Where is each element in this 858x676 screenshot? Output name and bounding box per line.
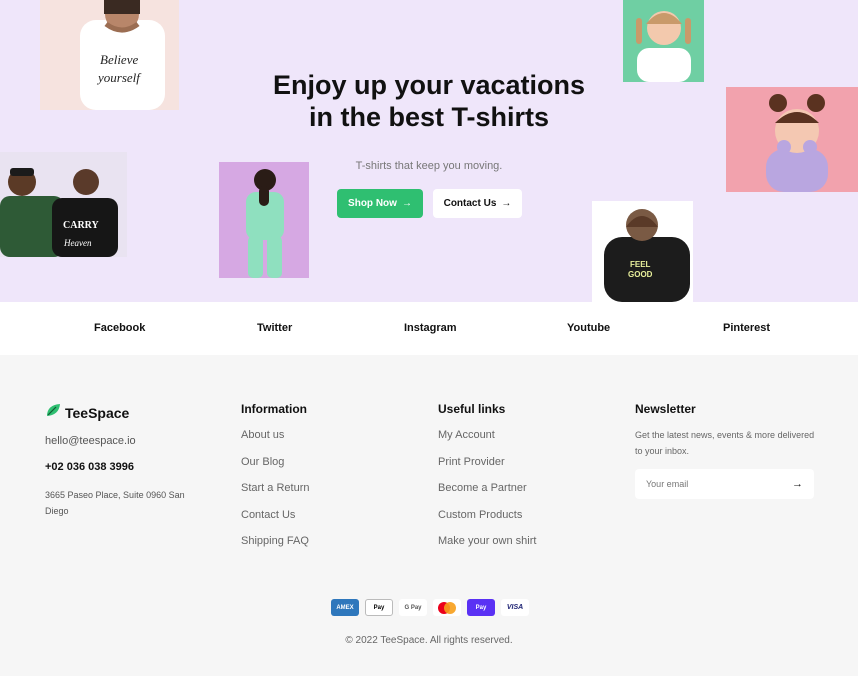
- hero-subtitle: T-shirts that keep you moving.: [355, 160, 503, 172]
- facebook-link[interactable]: Facebook: [94, 322, 145, 334]
- google-pay-icon: G Pay: [399, 599, 427, 616]
- contact-email[interactable]: hello@teespace.io: [45, 435, 136, 447]
- girl-white-tee-photo: [623, 0, 704, 82]
- svg-text:CARRY: CARRY: [63, 220, 100, 231]
- useful-links-heading: Useful links: [438, 402, 506, 416]
- information-heading: Information: [241, 402, 307, 416]
- newsletter-email-input[interactable]: [646, 479, 776, 489]
- amex-label: AMEX: [336, 604, 354, 611]
- shop-pay-label: Pay: [475, 604, 487, 611]
- social-links-bar: Facebook Twitter Instagram Youtube Pinte…: [0, 302, 858, 355]
- newsletter-description: Get the latest news, events & more deliv…: [635, 430, 815, 456]
- green-tracksuit-photo: [219, 162, 309, 278]
- girl-lavender-sweater-photo: [726, 87, 858, 192]
- leaf-logo-icon: [45, 403, 61, 422]
- instagram-link[interactable]: Instagram: [404, 322, 457, 334]
- arrow-right-icon: →: [501, 198, 512, 209]
- visa-label: VISA: [506, 604, 524, 611]
- link-about-us[interactable]: About us: [241, 429, 309, 456]
- youtube-link[interactable]: Youtube: [567, 322, 610, 334]
- brand-logo[interactable]: TeeSpace: [45, 403, 129, 422]
- shop-now-button[interactable]: Shop Now →: [337, 189, 423, 218]
- newsletter-heading: Newsletter: [635, 402, 696, 416]
- submit-arrow-icon[interactable]: →: [792, 478, 803, 490]
- twitter-link[interactable]: Twitter: [257, 322, 292, 334]
- information-links: About us Our Blog Start a Return Contact…: [241, 429, 309, 562]
- svg-text:Heaven: Heaven: [63, 238, 92, 248]
- link-shipping-faq[interactable]: Shipping FAQ: [241, 535, 309, 562]
- hero-title-line-2: in the best T-shirts: [308, 102, 550, 132]
- contact-address: 3665 Paseo Place, Suite 0960 San Diego: [45, 490, 185, 516]
- contact-phone[interactable]: +02 036 038 3996: [45, 461, 134, 473]
- link-custom-products[interactable]: Custom Products: [438, 509, 536, 536]
- pinterest-link[interactable]: Pinterest: [723, 322, 770, 334]
- svg-text:GOOD: GOOD: [628, 270, 653, 279]
- contact-us-label: Contact Us: [443, 198, 497, 209]
- mastercard-icon: [433, 599, 461, 616]
- black-hoodie-photo: FEEL GOOD: [592, 201, 693, 302]
- shop-now-label: Shop Now: [348, 198, 397, 209]
- link-contact-us[interactable]: Contact Us: [241, 509, 309, 536]
- link-my-account[interactable]: My Account: [438, 429, 536, 456]
- apple-pay-icon: Pay: [365, 599, 393, 616]
- svg-text:Believe: Believe: [100, 52, 138, 67]
- visa-icon: VISA: [501, 599, 529, 616]
- arrow-right-icon: →: [401, 198, 412, 209]
- shop-pay-icon: Pay: [467, 599, 495, 616]
- hero-title-line-1: Enjoy up your vacations: [272, 70, 586, 100]
- two-people-tees-photo: CARRY Heaven: [0, 152, 127, 257]
- contact-us-button[interactable]: Contact Us →: [433, 189, 522, 218]
- hero-section: Believe yourself CARRY Heaven FEEL GOOD …: [0, 0, 858, 302]
- copyright-text: © 2022 TeeSpace. All rights reserved.: [345, 635, 513, 646]
- google-pay-label: G Pay: [404, 604, 422, 611]
- amex-icon: AMEX: [331, 599, 359, 616]
- link-make-your-own-shirt[interactable]: Make your own shirt: [438, 535, 536, 562]
- hero-title: Enjoy up your vacations in the best T-sh…: [229, 69, 629, 133]
- useful-links: My Account Print Provider Become a Partn…: [438, 429, 536, 562]
- link-print-provider[interactable]: Print Provider: [438, 456, 536, 483]
- link-our-blog[interactable]: Our Blog: [241, 456, 309, 483]
- link-start-return[interactable]: Start a Return: [241, 482, 309, 509]
- link-become-partner[interactable]: Become a Partner: [438, 482, 536, 509]
- believe-in-yourself-tee-photo: Believe yourself: [40, 0, 179, 110]
- newsletter-form: →: [635, 469, 814, 499]
- payment-methods: AMEX Pay G Pay Pay VISA: [331, 599, 529, 616]
- apple-pay-label: Pay: [373, 604, 385, 611]
- brand-name: TeeSpace: [65, 404, 130, 421]
- site-footer: TeeSpace hello@teespace.io +02 036 038 3…: [0, 355, 858, 676]
- svg-text:yourself: yourself: [96, 70, 142, 85]
- svg-text:FEEL: FEEL: [630, 260, 651, 269]
